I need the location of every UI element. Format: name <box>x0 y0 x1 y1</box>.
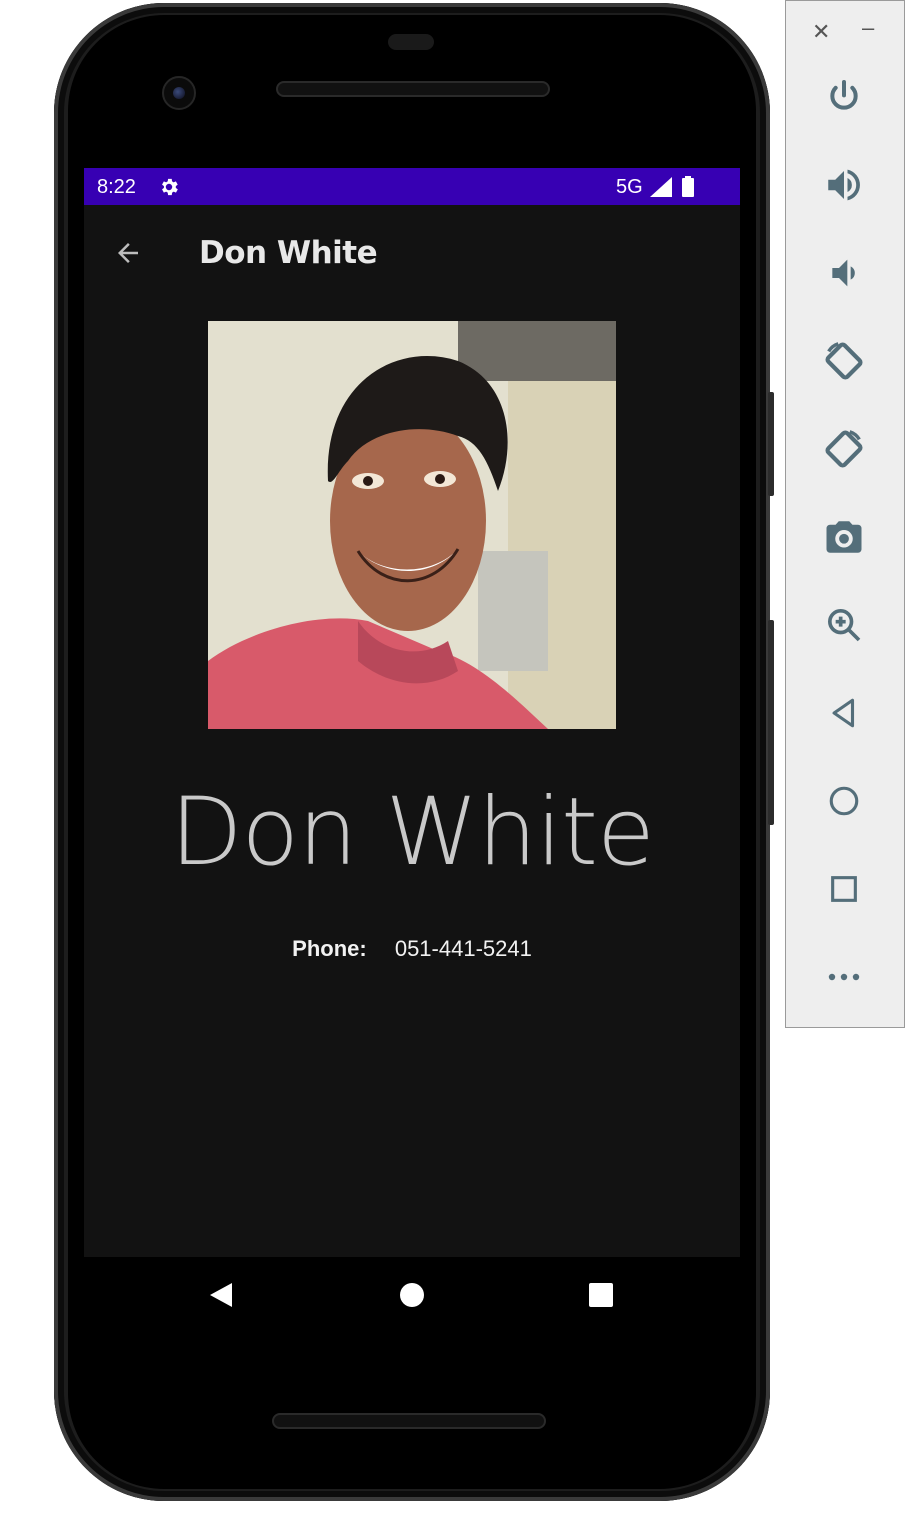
side-volume-button <box>768 392 774 496</box>
emulator-toolbar: ✕ – <box>785 0 905 1028</box>
network-type: 5G <box>616 176 643 198</box>
home-icon <box>829 786 859 816</box>
volume-up-icon <box>828 169 860 201</box>
minimize-icon[interactable]: – <box>862 15 874 41</box>
power-button[interactable] <box>818 71 870 123</box>
volume-down-button[interactable] <box>818 247 870 299</box>
nav-back-button[interactable] <box>203 1277 239 1313</box>
power-icon <box>830 80 858 110</box>
app-bar: Don White <box>84 205 740 297</box>
back-button-emu[interactable] <box>818 687 870 739</box>
nav-recents-button[interactable] <box>583 1277 619 1313</box>
contact-photo <box>208 321 616 729</box>
top-speaker <box>276 81 550 97</box>
more-icon <box>828 973 860 981</box>
rotate-right-button[interactable] <box>818 423 870 475</box>
arrow-back-icon <box>118 243 138 263</box>
overview-button-emu[interactable] <box>818 863 870 915</box>
status-bar: 8:22 5G <box>84 168 740 205</box>
phone-row: Phone: 051-441-5241 <box>84 936 740 962</box>
settings-gear-icon <box>162 178 178 196</box>
overview-icon <box>831 876 857 902</box>
phone-number[interactable]: 051-441-5241 <box>395 936 532 961</box>
signal-icon <box>650 177 672 197</box>
phone-screen: 8:22 5G Don White Don White Phone: 051-4… <box>84 168 740 1257</box>
screenshot-button[interactable] <box>818 511 870 563</box>
phone-label: Phone: <box>292 936 367 961</box>
rotate-left-icon <box>825 342 863 380</box>
battery-icon <box>682 176 694 197</box>
app-bar-title: Don White <box>199 235 378 271</box>
side-power-button <box>768 620 774 825</box>
nav-home-button[interactable] <box>394 1277 430 1313</box>
top-sensor <box>388 34 434 50</box>
back-button[interactable] <box>106 231 150 275</box>
status-time: 8:22 <box>97 176 136 198</box>
bottom-speaker <box>272 1413 546 1429</box>
nav-back-icon <box>210 1283 232 1307</box>
home-button-emu[interactable] <box>818 775 870 827</box>
volume-down-icon <box>832 259 855 287</box>
zoom-icon <box>828 609 861 642</box>
rotate-right-icon <box>825 430 863 468</box>
volume-up-button[interactable] <box>818 159 870 211</box>
nav-home-icon <box>400 1283 424 1307</box>
contact-photo-image <box>208 321 616 729</box>
more-button[interactable] <box>818 951 870 1003</box>
nav-recents-icon <box>589 1283 613 1307</box>
navigation-bar <box>84 1257 740 1333</box>
rotate-left-button[interactable] <box>818 335 870 387</box>
close-icon[interactable]: ✕ <box>812 19 830 45</box>
back-icon <box>832 698 855 728</box>
front-camera <box>162 76 196 110</box>
zoom-button[interactable] <box>818 599 870 651</box>
screenshot-icon <box>826 521 862 553</box>
contact-name-heading: Don White <box>170 778 655 887</box>
